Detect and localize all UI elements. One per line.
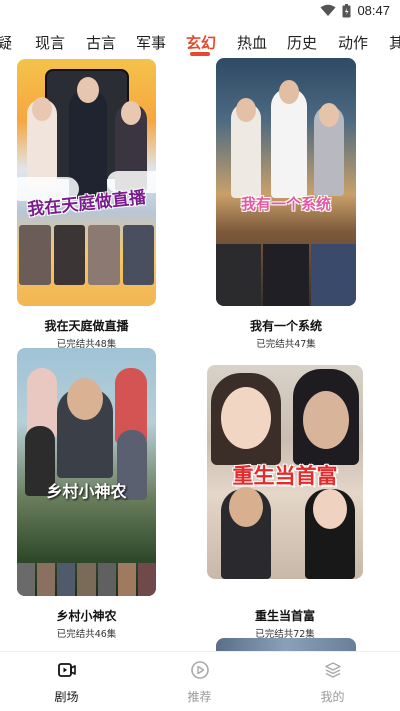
drama-poster-1[interactable]: 我在天庭做直播	[17, 59, 156, 306]
play-circle-icon	[190, 661, 209, 679]
theater-icon	[57, 663, 76, 677]
drama-title-4[interactable]: 重生当首富	[207, 607, 363, 624]
status-time: 08:47	[357, 3, 390, 18]
layers-icon	[324, 662, 341, 678]
status-icons: 08:47	[320, 3, 390, 18]
tab-hot-blood[interactable]: 热血	[237, 32, 267, 53]
category-tabs: 疑 现言 古言 军事 玄幻 热血 历史 动作 其	[0, 24, 400, 60]
nav-label-recommend: 推荐	[187, 690, 212, 704]
battery-icon	[342, 3, 351, 17]
poster-title-text: 我有一个系统	[240, 195, 331, 213]
drama-status-2: 已完结共47集	[256, 339, 316, 350]
drama-title-3[interactable]: 乡村小神农	[17, 607, 156, 624]
tab-military[interactable]: 军事	[136, 32, 166, 53]
tab-other[interactable]: 其	[389, 32, 400, 53]
drama-poster-5[interactable]	[216, 638, 356, 652]
drama-title-1[interactable]: 我在天庭做直播	[17, 317, 156, 334]
nav-label-theater: 剧场	[54, 690, 79, 704]
drama-status-3: 已完结共46集	[56, 629, 117, 640]
nav-theater[interactable]: 剧场	[0, 652, 133, 711]
drama-title-2[interactable]: 我有一个系统	[216, 317, 356, 334]
nav-recommend[interactable]: 推荐	[133, 652, 266, 711]
active-tab-indicator	[190, 52, 210, 56]
tab-suspense[interactable]: 疑	[0, 32, 12, 53]
wifi-icon	[320, 4, 336, 16]
status-bar: 08:47	[0, 0, 400, 24]
drama-poster-2[interactable]: 我有一个系统	[216, 58, 356, 306]
drama-poster-3[interactable]: 乡村小神农	[17, 348, 156, 596]
tab-modern-romance[interactable]: 现言	[35, 32, 65, 53]
tab-action[interactable]: 动作	[338, 32, 368, 53]
nav-label-profile: 我的	[320, 690, 345, 704]
poster-title-text: 乡村小神农	[46, 482, 127, 501]
bottom-nav: 剧场 推荐 我的	[0, 651, 400, 711]
tab-history[interactable]: 历史	[287, 32, 317, 53]
drama-poster-4[interactable]: 重生当首富	[207, 365, 363, 579]
poster-title-text: 重生当首富	[232, 463, 338, 488]
tab-ancient-romance[interactable]: 古言	[86, 32, 116, 53]
tab-fantasy[interactable]: 玄幻	[186, 32, 216, 53]
nav-profile[interactable]: 我的	[266, 652, 399, 711]
